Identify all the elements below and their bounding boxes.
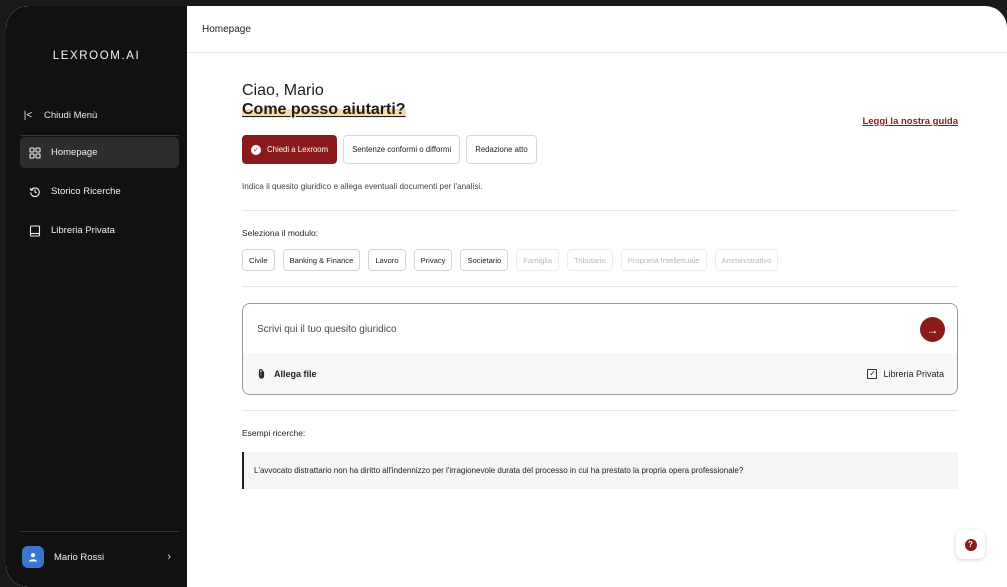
guide-link[interactable]: Leggi la nostra guida bbox=[862, 116, 958, 127]
query-input[interactable] bbox=[257, 318, 877, 340]
module-chip[interactable]: Lavoro bbox=[368, 249, 406, 271]
sidebar-item-private-library[interactable]: Libreria Privata bbox=[20, 215, 179, 246]
sidebar-nav: Homepage Storico Ricerche Libreria Priva… bbox=[20, 137, 179, 254]
mode-label: Redazione atto bbox=[475, 145, 528, 154]
attach-file-label: Allega file bbox=[274, 368, 317, 379]
module-chip[interactable]: Civile bbox=[242, 249, 275, 271]
user-menu[interactable]: Mario Rossi › bbox=[22, 545, 179, 569]
module-chip-disabled: Proprietà Intellettuale bbox=[620, 249, 707, 271]
paperclip-icon bbox=[258, 368, 265, 379]
module-chip[interactable]: Privacy bbox=[413, 249, 453, 271]
close-menu-button[interactable]: |< Chiudi Menù bbox=[22, 104, 177, 126]
query-footer: Allega file ✓ Libreria Privata bbox=[243, 353, 957, 394]
mode-draft-act[interactable]: Redazione atto bbox=[466, 135, 537, 164]
main-area: Homepage Ciao, Mario Come posso aiutarti… bbox=[187, 6, 1007, 587]
divider bbox=[242, 210, 958, 211]
checkbox-checked-icon: ✓ bbox=[867, 368, 878, 379]
sidebar: LEXROOM.AI |< Chiudi Menù Homepage Stori… bbox=[6, 6, 187, 587]
example-query[interactable]: L'avvocato distrattario non ha diritto a… bbox=[242, 452, 958, 489]
app-logo: LEXROOM.AI bbox=[52, 50, 141, 62]
history-icon bbox=[29, 186, 40, 197]
mode-label: Chiedi a Lexroom bbox=[267, 145, 329, 154]
private-library-toggle[interactable]: ✓ Libreria Privata bbox=[867, 368, 944, 379]
send-button[interactable]: → bbox=[920, 317, 945, 342]
module-section-label: Seleziona il modulo: bbox=[242, 228, 319, 238]
greeting: Ciao, Mario bbox=[242, 82, 324, 99]
private-library-label: Libreria Privata bbox=[883, 368, 944, 379]
chevron-right-icon: › bbox=[167, 551, 171, 563]
module-list: Civile Banking & Finance Lavoro Privacy … bbox=[242, 249, 958, 271]
user-icon bbox=[29, 553, 37, 562]
module-chip[interactable]: Societario bbox=[460, 249, 509, 271]
mode-label: Sentenze conformi o difformi bbox=[352, 145, 452, 154]
module-chip-disabled: Amministrativo bbox=[714, 249, 779, 271]
avatar bbox=[22, 546, 44, 568]
attach-file-button[interactable]: Allega file bbox=[256, 368, 317, 380]
module-chip[interactable]: Banking & Finance bbox=[282, 249, 361, 271]
check-circle-icon: ✓ bbox=[251, 144, 261, 155]
examples-label: Esempi ricerche: bbox=[242, 428, 306, 438]
sidebar-divider bbox=[20, 531, 179, 532]
question-icon: ? bbox=[964, 538, 977, 551]
mode-sentences[interactable]: Sentenze conformi o difformi bbox=[343, 135, 461, 164]
help-button[interactable]: ? bbox=[956, 530, 985, 559]
instruction-text: Indica il quesito giuridico e allega eve… bbox=[242, 182, 483, 191]
sidebar-item-label: Storico Ricerche bbox=[51, 186, 121, 197]
page-title: Homepage bbox=[202, 23, 251, 35]
page-header: Homepage bbox=[187, 6, 1007, 53]
mode-ask-lexroom[interactable]: ✓ Chiedi a Lexroom bbox=[242, 135, 338, 164]
mode-selector: ✓ Chiedi a Lexroom Sentenze conformi o d… bbox=[242, 135, 958, 164]
module-chip-disabled: Famiglia bbox=[516, 249, 559, 271]
sidebar-item-label: Homepage bbox=[51, 147, 98, 158]
headline: Come posso aiutarti? bbox=[242, 101, 406, 119]
divider bbox=[242, 286, 958, 287]
home-content: Ciao, Mario Come posso aiutarti? Leggi l… bbox=[242, 53, 958, 489]
arrow-right-icon: → bbox=[926, 322, 939, 337]
book-icon bbox=[29, 224, 41, 237]
sidebar-divider bbox=[20, 135, 179, 136]
sidebar-item-history[interactable]: Storico Ricerche bbox=[20, 176, 179, 207]
user-name: Mario Rossi bbox=[54, 551, 105, 563]
query-box: → Allega file ✓ Libreria Privata bbox=[242, 303, 958, 395]
divider bbox=[242, 410, 958, 411]
grid-icon bbox=[29, 146, 41, 159]
app-window: LEXROOM.AI |< Chiudi Menù Homepage Stori… bbox=[6, 6, 1007, 587]
close-menu-label: Chiudi Menù bbox=[44, 109, 98, 121]
sidebar-item-label: Libreria Privata bbox=[51, 225, 115, 236]
module-chip-disabled: Tributario bbox=[566, 249, 613, 271]
sidebar-item-homepage[interactable]: Homepage bbox=[20, 137, 179, 168]
collapse-icon: |< bbox=[23, 109, 33, 121]
